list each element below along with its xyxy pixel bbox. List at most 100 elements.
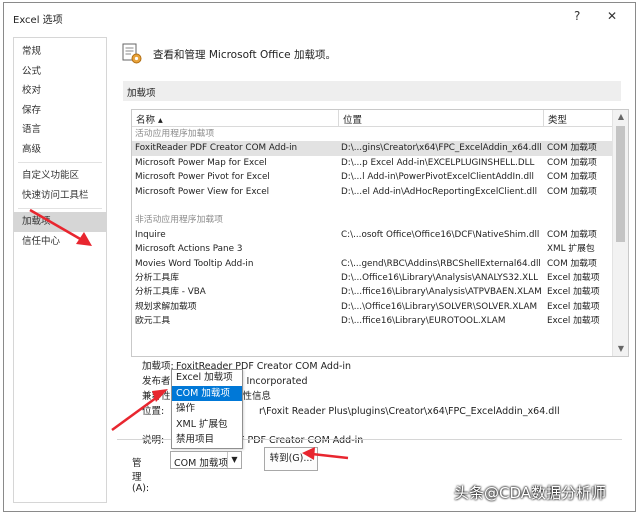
- column-header-type[interactable]: 类型: [543, 110, 567, 127]
- scroll-up-arrow-icon[interactable]: ▲: [613, 111, 628, 123]
- addin-location: D:\...Office16\Library\Analysis\ANALYS32…: [341, 272, 538, 283]
- addin-location: C:\...osoft Office\Office16\DCF\NativeSh…: [341, 229, 540, 240]
- dropdown-option-actions[interactable]: 操作: [172, 401, 242, 417]
- sidebar-item-trust-center[interactable]: 信任中心: [14, 232, 106, 252]
- options-sidebar: 常规 公式 校对 保存 语言 高级 自定义功能区 快速访问工具栏 加载项 信任中…: [13, 37, 107, 503]
- section-header-addins: 加载项: [123, 81, 621, 101]
- addin-name: 分析工具库: [135, 272, 179, 283]
- chevron-down-icon[interactable]: ▼: [227, 452, 241, 468]
- manage-label: 管理(A):: [132, 458, 150, 494]
- sidebar-item-language[interactable]: 语言: [14, 120, 106, 140]
- addin-type: Excel 加载项: [547, 272, 600, 283]
- detail-addin-label: 加载项:: [142, 361, 174, 372]
- addin-type: Excel 加载项: [547, 287, 600, 298]
- table-row[interactable]: 欧元工具 D:\...ffice16\Library\EUROTOOL.XLAM E…: [132, 314, 613, 328]
- dropdown-option-xml-expansion-packs[interactable]: XML 扩展包: [172, 417, 242, 433]
- addin-type: XML 扩展包: [547, 244, 595, 255]
- addin-type: COM 加载项: [547, 258, 597, 269]
- table-body: 活动应用程序加载项 FoxitReader PDF Creator COM Add…: [132, 127, 613, 328]
- column-header-name[interactable]: 名称 ▴: [136, 112, 163, 126]
- addin-name: FoxitReader PDF Creator COM Add-in: [135, 143, 298, 154]
- group-label: 活动应用程序加载项: [135, 129, 215, 139]
- detail-publisher-label: 发布者:: [142, 376, 174, 387]
- table-row[interactable]: Movies Word Tooltip Add-in C:\...gend\RBC…: [132, 257, 613, 271]
- addin-type: COM 加载项: [547, 143, 597, 154]
- addin-type: COM 加载项: [547, 186, 597, 197]
- addin-name: Microsoft Power Map for Excel: [135, 157, 267, 168]
- watermark-text: 头条@CDA数据分析师: [454, 484, 607, 502]
- table-scrollbar[interactable]: ▲ ▼: [612, 110, 628, 356]
- addin-name: 分析工具库 - VBA: [135, 287, 206, 298]
- addin-location: D:\...el Add-in\AdHocReportingExcelClien…: [341, 186, 538, 197]
- table-row[interactable]: 规划求解加载项 D:\...\Office16\Library\SOLVER\SO…: [132, 300, 613, 314]
- sidebar-divider: [18, 208, 102, 209]
- sidebar-divider: [18, 162, 102, 163]
- addin-type: COM 加载项: [547, 157, 597, 168]
- addins-gear-icon: [122, 43, 142, 64]
- group-label: 非活动应用程序加载项: [135, 215, 223, 226]
- table-group-header: 非活动应用程序加载项: [132, 213, 613, 227]
- detail-compat-label: 兼容性:: [142, 391, 174, 402]
- dropdown-option-com-addins[interactable]: COM 加载项: [172, 385, 242, 402]
- table-row[interactable]: 分析工具库 D:\...Office16\Library\Analysis\ANA…: [132, 271, 613, 285]
- sidebar-item-customize-ribbon[interactable]: 自定义功能区: [14, 166, 106, 186]
- table-row[interactable]: Microsoft Power View for Excel D:\...el A…: [132, 185, 613, 199]
- dropdown-option-excel-addins[interactable]: Excel 加载项: [172, 370, 242, 386]
- addin-type: COM 加载项: [547, 229, 597, 240]
- detail-desc-value: F PDF Creator COM Add-in: [239, 435, 364, 446]
- table-row[interactable]: Microsoft Actions Pane 3 XML 扩展包: [132, 242, 613, 256]
- addin-name: Inquire: [135, 229, 166, 240]
- manage-dropdown-list: Excel 加载项 COM 加载项 操作 XML 扩展包 禁用项目: [171, 369, 243, 449]
- scroll-down-arrow-icon[interactable]: ▼: [613, 343, 628, 355]
- addin-location: D:\...l Add-in\PowerPivotExcelClientAddI…: [341, 172, 534, 183]
- addin-name: Movies Word Tooltip Add-in: [135, 258, 254, 269]
- table-row[interactable]: Microsoft Power Pivot for Excel D:\...l A…: [132, 170, 613, 184]
- manage-select[interactable]: COM 加载项 ▼: [170, 451, 242, 469]
- window-title: Excel 选项: [13, 15, 63, 26]
- sidebar-item-quick-access-toolbar[interactable]: 快速访问工具栏: [14, 186, 106, 206]
- panel-description: 查看和管理 Microsoft Office 加载项。: [153, 49, 336, 61]
- addins-table: 名称 ▴ 位置 类型 活动应用程序加载项 FoxitReader PDF Crea…: [131, 109, 629, 357]
- table-spacer-row: [132, 199, 613, 213]
- detail-location-value: r\Foxit Reader Plus\plugins\Creator\x64\…: [259, 406, 560, 417]
- addin-location: D:\...ffice16\Library\Analysis\ATPVBAEN.…: [341, 287, 542, 298]
- scrollbar-thumb[interactable]: [616, 126, 625, 242]
- sidebar-item-proofing[interactable]: 校对: [14, 81, 106, 101]
- table-group-header: 活动应用程序加载项: [132, 127, 613, 141]
- help-button[interactable]: ?: [574, 9, 580, 23]
- table-header: 名称 ▴ 位置 类型: [132, 110, 613, 127]
- sidebar-item-save[interactable]: 保存: [14, 101, 106, 121]
- addin-type: Excel 加载项: [547, 301, 600, 312]
- addin-type: COM 加载项: [547, 172, 597, 183]
- addin-location: D:\...gins\Creator\x64\FPC_ExcelAddin_x6…: [341, 143, 542, 154]
- goto-button[interactable]: 转到(G)...: [264, 447, 318, 471]
- addin-type: Excel 加载项: [547, 316, 600, 327]
- column-header-location[interactable]: 位置: [338, 110, 362, 127]
- panel-header: 查看和管理 Microsoft Office 加载项。: [117, 37, 629, 71]
- addin-name: 规划求解加载项: [135, 301, 197, 312]
- close-button[interactable]: ✕: [607, 9, 617, 23]
- addin-location: D:\...p Excel Add-in\EXCELPLUGINSHELL.DL…: [341, 157, 535, 168]
- section-title: 加载项: [127, 88, 156, 99]
- table-row[interactable]: Microsoft Power Map for Excel D:\...p Exc…: [132, 156, 613, 170]
- detail-location-label: 位置:: [142, 406, 165, 417]
- excel-options-window: Excel 选项 ? ✕ 常规 公式 校对 保存 语言 高级 自定义功能区 快速…: [3, 2, 636, 512]
- title-bar: Excel 选项 ? ✕: [4, 3, 635, 31]
- sidebar-item-general[interactable]: 常规: [14, 42, 106, 62]
- addin-location: D:\...\Office16\Library\SOLVER\SOLVER.XL…: [341, 301, 538, 312]
- addin-location: D:\...ffice16\Library\EUROTOOL.XLAM: [341, 316, 506, 327]
- addin-name: Microsoft Power View for Excel: [135, 186, 270, 197]
- addin-name: Microsoft Power Pivot for Excel: [135, 172, 270, 183]
- table-row[interactable]: Inquire C:\...osoft Office\Office16\DCF\N…: [132, 228, 613, 242]
- manage-select-value: COM 加载项: [174, 458, 228, 469]
- table-row[interactable]: 分析工具库 - VBA D:\...ffice16\Library\Analysi…: [132, 285, 613, 299]
- addin-name: 欧元工具: [135, 316, 171, 327]
- addin-location: C:\...gend\RBC\Addins\RBCShellExternal64…: [341, 258, 541, 269]
- sidebar-item-addins[interactable]: 加载项: [14, 212, 106, 232]
- table-row[interactable]: FoxitReader PDF Creator COM Add-in D:\...…: [132, 141, 613, 156]
- addin-name: Microsoft Actions Pane 3: [135, 244, 243, 255]
- sidebar-item-formulas[interactable]: 公式: [14, 62, 106, 82]
- dropdown-option-disabled-items[interactable]: 禁用项目: [172, 432, 242, 448]
- detail-desc-label: 说明:: [142, 435, 165, 446]
- sidebar-item-advanced[interactable]: 高级: [14, 140, 106, 160]
